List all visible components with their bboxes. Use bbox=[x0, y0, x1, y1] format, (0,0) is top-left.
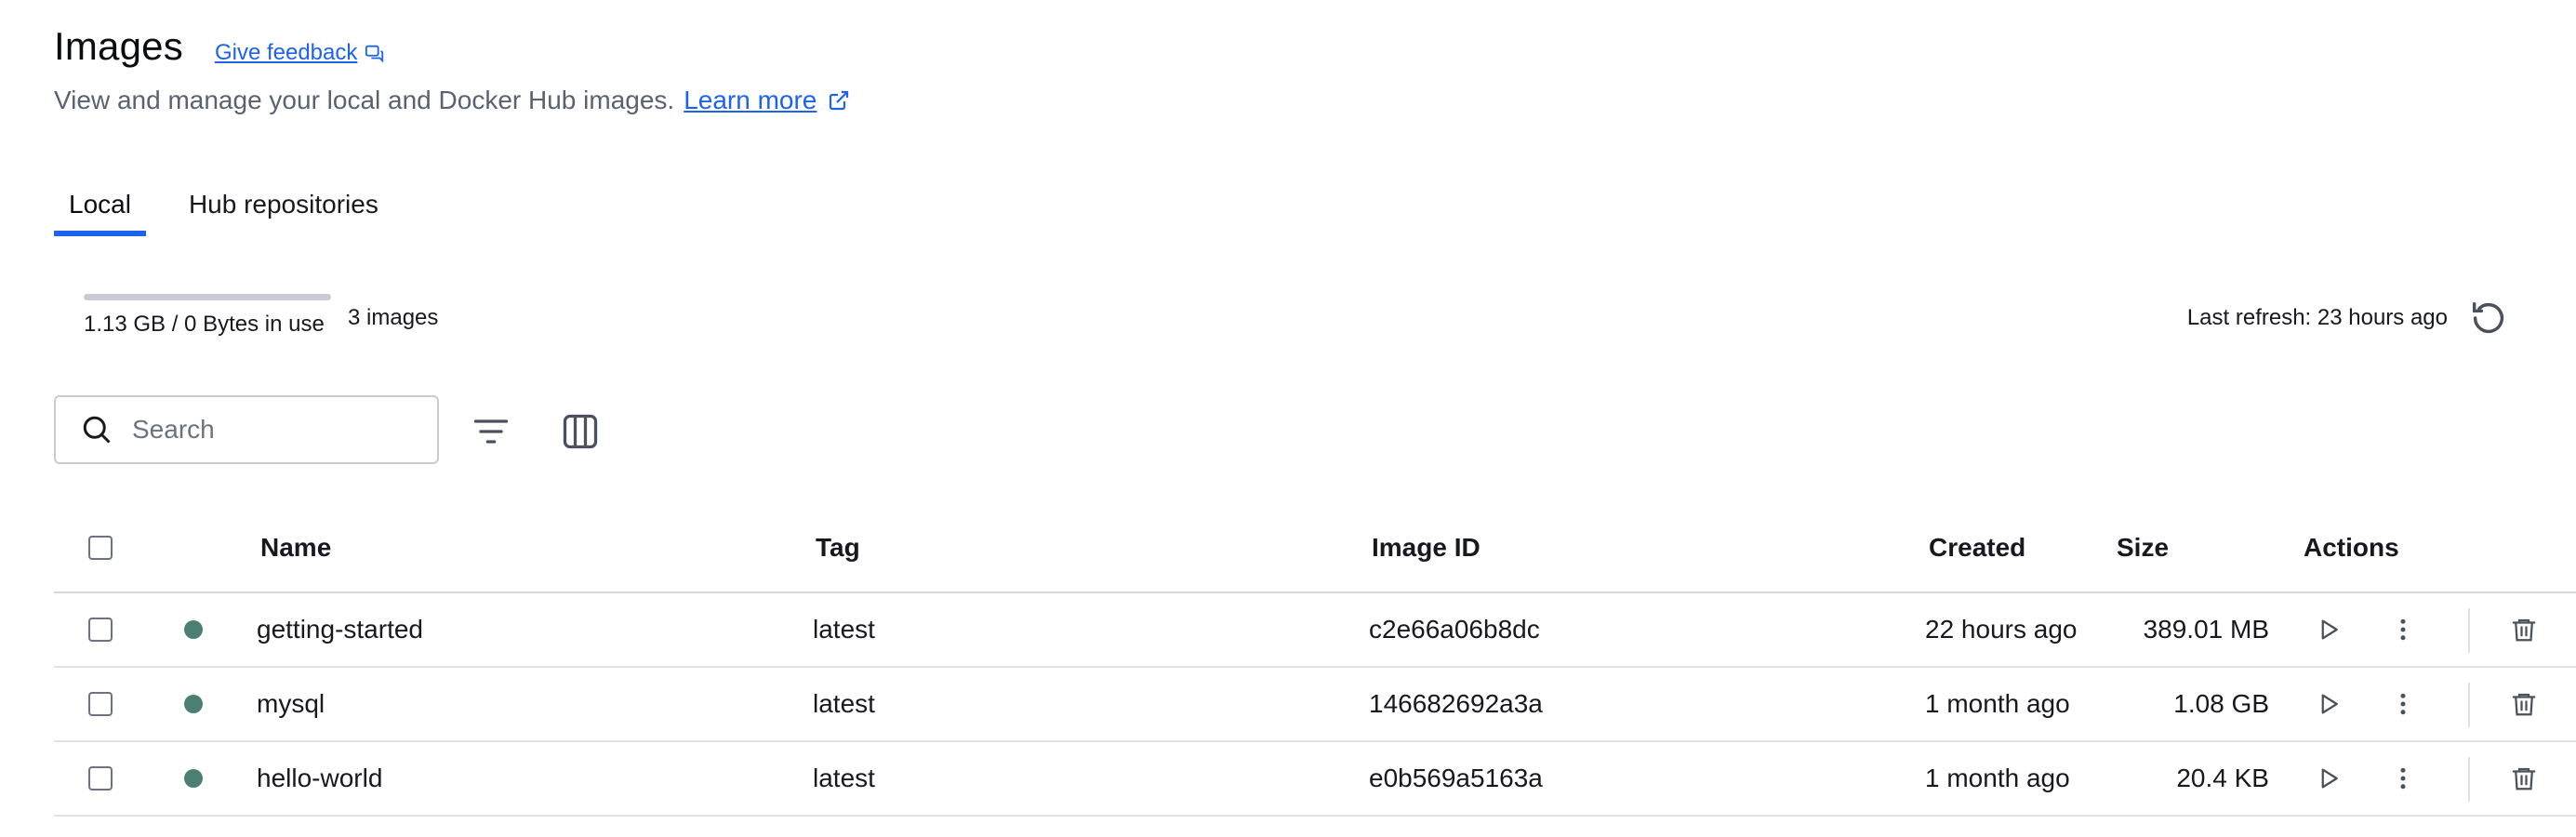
more-vertical-icon bbox=[2400, 693, 2406, 715]
tab-hub-repositories[interactable]: Hub repositories bbox=[174, 182, 393, 236]
search-input[interactable] bbox=[132, 415, 411, 445]
image-size: 20.4 KB bbox=[2176, 764, 2269, 792]
image-created: 1 month ago bbox=[1925, 689, 2070, 718]
filter-button[interactable] bbox=[465, 405, 517, 458]
image-size: 389.01 MB bbox=[2143, 615, 2269, 644]
disk-usage-text: 1.13 GB / 0 Bytes in use bbox=[84, 312, 325, 337]
column-name[interactable]: Name bbox=[260, 504, 331, 591]
table-row: hello-world latest e0b569a5163a 1 month … bbox=[54, 742, 2576, 817]
play-icon bbox=[2321, 694, 2338, 714]
image-tag: latest bbox=[813, 615, 875, 644]
action-divider bbox=[2468, 683, 2470, 727]
page-title: Images bbox=[54, 24, 183, 68]
image-tag: latest bbox=[813, 689, 875, 718]
column-actions: Actions bbox=[2304, 533, 2399, 562]
image-created: 1 month ago bbox=[1925, 764, 2070, 792]
refresh-button[interactable] bbox=[2464, 294, 2513, 342]
delete-button[interactable] bbox=[2500, 742, 2548, 815]
search-icon bbox=[83, 416, 111, 444]
external-link-icon bbox=[830, 90, 849, 111]
last-refresh-text: Last refresh: 23 hours ago bbox=[2186, 305, 2448, 330]
image-tag: latest bbox=[813, 764, 875, 792]
table-row: getting-started latest c2e66a06b8dc 22 h… bbox=[54, 593, 2576, 668]
image-id: c2e66a06b8dc bbox=[1369, 615, 1540, 644]
feedback-icon bbox=[365, 45, 384, 63]
run-button[interactable] bbox=[2304, 742, 2353, 815]
in-use-status-dot bbox=[184, 695, 203, 713]
delete-button[interactable] bbox=[2500, 668, 2548, 740]
tab-hub-repositories-label: Hub repositories bbox=[188, 190, 378, 219]
image-name[interactable]: hello-world bbox=[257, 742, 382, 815]
run-button[interactable] bbox=[2304, 593, 2353, 666]
row-checkbox[interactable] bbox=[88, 766, 113, 790]
trash-icon bbox=[2512, 618, 2536, 642]
disk-usage: 1.13 GB / 0 Bytes in use bbox=[84, 294, 331, 338]
column-image-id[interactable]: Image ID bbox=[1372, 504, 1481, 591]
image-id: e0b569a5163a bbox=[1369, 764, 1543, 792]
give-feedback-link[interactable]: Give feedback bbox=[215, 40, 385, 66]
images-table: Name Tag Image ID Created Size Actions g… bbox=[54, 504, 2576, 817]
columns-button[interactable] bbox=[554, 405, 606, 458]
refresh-area: Last refresh: 23 hours ago bbox=[2187, 294, 2513, 342]
image-created: 22 hours ago bbox=[1925, 615, 2078, 644]
in-use-status-dot bbox=[184, 769, 203, 788]
tab-local[interactable]: Local bbox=[54, 182, 146, 236]
play-icon bbox=[2321, 768, 2338, 789]
image-id: 146682692a3a bbox=[1369, 689, 1543, 718]
image-name[interactable]: mysql bbox=[257, 668, 325, 740]
column-created[interactable]: Created bbox=[1929, 504, 2025, 591]
table-header-row: Name Tag Image ID Created Size Actions bbox=[54, 504, 2576, 593]
more-vertical-icon bbox=[2400, 767, 2406, 790]
search-box bbox=[54, 395, 439, 464]
more-vertical-icon bbox=[2400, 618, 2406, 641]
column-tag[interactable]: Tag bbox=[816, 504, 860, 591]
more-actions-button[interactable] bbox=[2379, 593, 2427, 666]
in-use-status-dot bbox=[184, 620, 203, 639]
trash-icon bbox=[2512, 693, 2536, 716]
disk-usage-bar bbox=[84, 294, 331, 300]
filter-icon bbox=[473, 419, 509, 444]
more-actions-button[interactable] bbox=[2379, 742, 2427, 815]
page-subtitle: View and manage your local and Docker Hu… bbox=[54, 86, 850, 115]
tab-local-label: Local bbox=[69, 190, 131, 219]
learn-more-label: Learn more bbox=[684, 86, 817, 114]
learn-more-link[interactable]: Learn more bbox=[684, 86, 850, 115]
select-all-checkbox[interactable] bbox=[88, 536, 113, 560]
page-header: Images Give feedback bbox=[54, 24, 385, 69]
delete-button[interactable] bbox=[2500, 593, 2548, 666]
image-count: 3 images bbox=[348, 305, 439, 330]
image-size: 1.08 GB bbox=[2173, 689, 2269, 718]
give-feedback-label: Give feedback bbox=[214, 40, 358, 65]
table-row: mysql latest 146682692a3a 1 month ago 1.… bbox=[54, 668, 2576, 742]
action-divider bbox=[2468, 608, 2470, 653]
tab-bar: Local Hub repositories bbox=[54, 182, 393, 236]
action-divider bbox=[2468, 757, 2470, 802]
subtitle-text: View and manage your local and Docker Hu… bbox=[54, 86, 675, 114]
run-button[interactable] bbox=[2304, 668, 2353, 740]
image-name[interactable]: getting-started bbox=[257, 593, 423, 666]
columns-icon bbox=[563, 414, 598, 449]
trash-icon bbox=[2512, 767, 2536, 790]
row-checkbox[interactable] bbox=[88, 618, 113, 642]
more-actions-button[interactable] bbox=[2379, 668, 2427, 740]
row-checkbox[interactable] bbox=[88, 692, 113, 716]
play-icon bbox=[2321, 619, 2338, 640]
column-size[interactable]: Size bbox=[2117, 504, 2169, 591]
refresh-icon bbox=[2472, 301, 2504, 334]
